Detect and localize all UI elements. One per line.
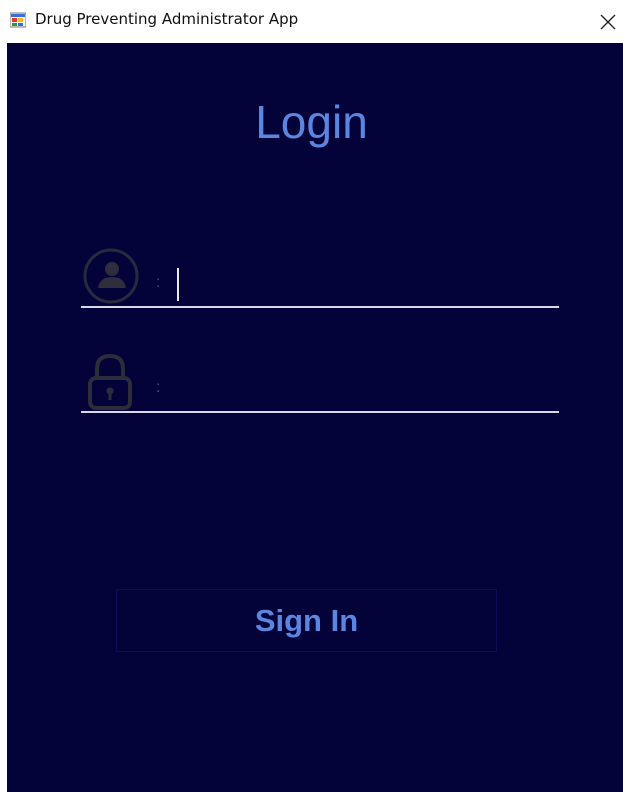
app-window: Drug Preventing Administrator App Login … — [0, 0, 623, 792]
window-title: Drug Preventing Administrator App — [35, 10, 299, 28]
password-input[interactable] — [176, 369, 558, 409]
username-separator: : — [156, 274, 161, 291]
padlock-icon — [88, 353, 132, 410]
username-underline — [81, 306, 559, 308]
password-underline — [81, 411, 559, 413]
close-icon[interactable] — [596, 6, 620, 36]
sign-in-button[interactable]: Sign In — [116, 589, 497, 652]
title-bar[interactable]: Drug Preventing Administrator App — [0, 0, 623, 43]
password-separator: : — [156, 379, 161, 396]
username-field: : — [81, 244, 559, 308]
login-panel: Login : : Sign In — [7, 43, 623, 792]
username-input[interactable] — [176, 264, 558, 304]
windows-forms-app-icon — [10, 12, 26, 28]
password-field: : — [81, 349, 559, 413]
login-heading: Login — [255, 96, 368, 148]
user-circle-icon — [83, 248, 139, 304]
